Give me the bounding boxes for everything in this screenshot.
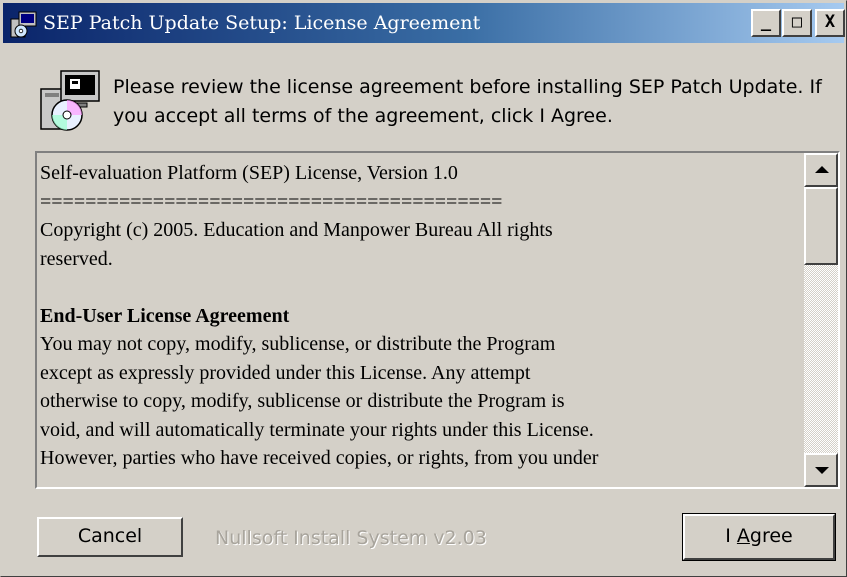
minimize-icon: _ bbox=[760, 12, 772, 32]
cancel-button[interactable]: Cancel bbox=[37, 517, 183, 557]
installer-window: SEP Patch Update Setup: License Agreemen… bbox=[0, 0, 847, 577]
arrow-up-icon bbox=[815, 166, 829, 173]
installer-app-icon bbox=[10, 11, 37, 38]
i-agree-button[interactable]: I Agree bbox=[682, 513, 836, 561]
i-agree-label-post: gree bbox=[749, 525, 793, 547]
i-agree-label-pre: I bbox=[725, 525, 737, 547]
license-text: Self-evaluation Platform (SEP) License, … bbox=[40, 159, 800, 473]
close-icon: X bbox=[824, 12, 836, 32]
close-button[interactable]: X bbox=[815, 9, 845, 37]
i-agree-label-accel: A bbox=[736, 525, 750, 547]
license-line: reserved. bbox=[40, 247, 113, 270]
nsis-branding: Nullsoft Install System v2.03 bbox=[215, 527, 487, 549]
license-scrollbar[interactable] bbox=[804, 153, 838, 487]
license-line: void, and will automatically terminate y… bbox=[40, 418, 594, 441]
license-line: You may not copy, modify, sublicense, or… bbox=[40, 333, 556, 355]
license-line bbox=[40, 273, 800, 302]
scroll-down-button[interactable] bbox=[804, 453, 838, 487]
window-title: SEP Patch Update Setup: License Agreemen… bbox=[43, 12, 481, 34]
license-line: Copyright (c) 2005. Education and Manpow… bbox=[40, 219, 553, 241]
arrow-down-icon bbox=[815, 467, 829, 474]
license-heading: End-User License Agreement bbox=[40, 304, 290, 327]
license-textbox[interactable]: Self-evaluation Platform (SEP) License, … bbox=[35, 151, 840, 489]
maximize-icon: □ bbox=[791, 12, 803, 32]
header-instructions: Please review the license agreement befo… bbox=[113, 76, 822, 127]
license-line: However, parties who have received copie… bbox=[40, 447, 599, 469]
minimize-button[interactable]: _ bbox=[751, 9, 781, 37]
scroll-up-button[interactable] bbox=[804, 153, 838, 187]
license-line: except as expressly provided under this … bbox=[40, 361, 531, 384]
installer-disk-icon bbox=[40, 70, 100, 131]
maximize-button[interactable]: □ bbox=[782, 9, 812, 37]
title-bar[interactable]: SEP Patch Update Setup: License Agreemen… bbox=[3, 3, 845, 43]
license-line: otherwise to copy, modify, sublicense or… bbox=[40, 390, 565, 412]
license-line: Self-evaluation Platform (SEP) License, … bbox=[40, 162, 458, 184]
license-line: ========================================… bbox=[40, 190, 503, 213]
scroll-thumb[interactable] bbox=[804, 187, 838, 265]
